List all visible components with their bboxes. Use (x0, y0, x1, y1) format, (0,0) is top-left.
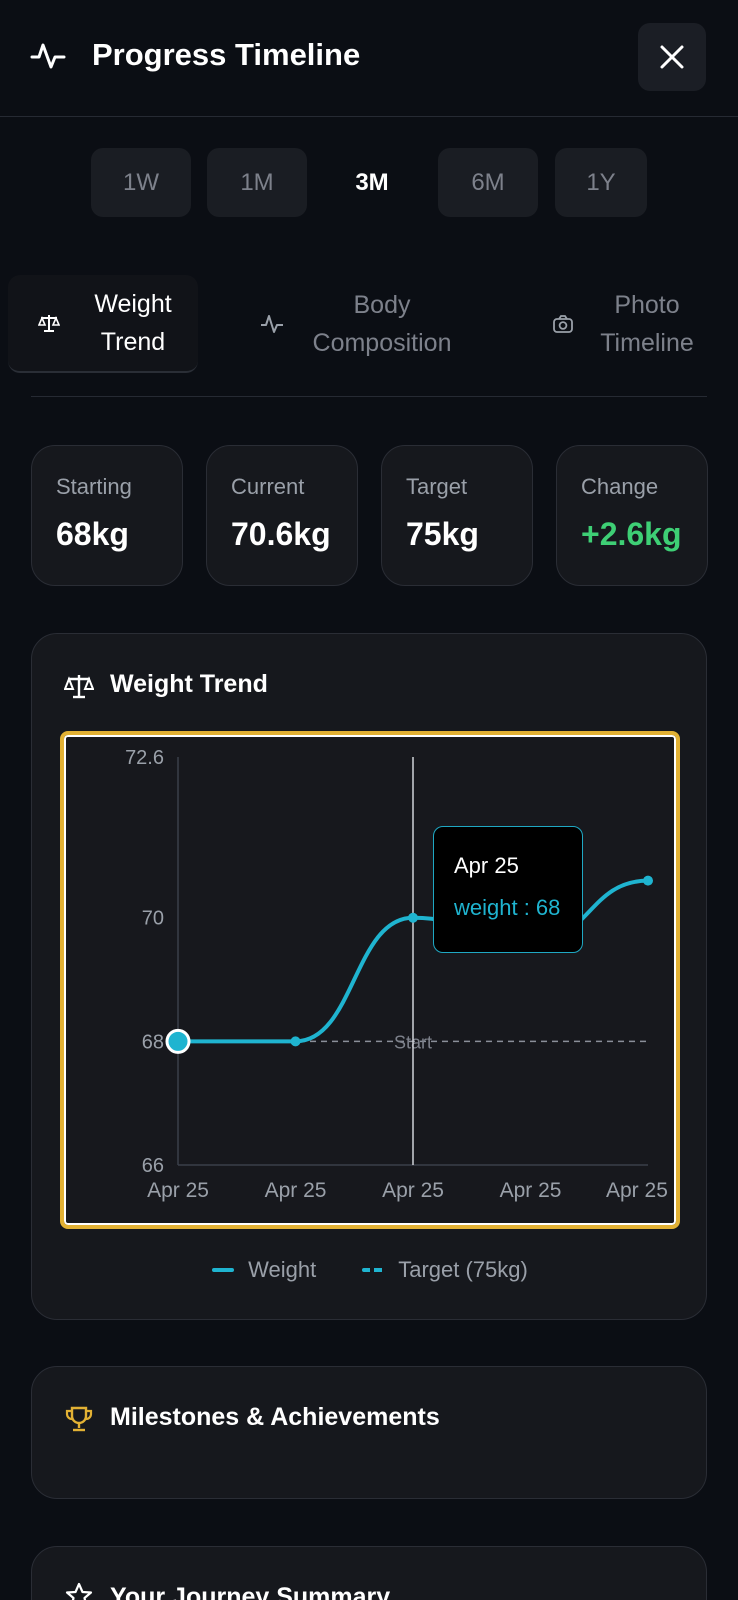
weight-chart[interactable]: 72.6 70 68 66 Apr 25 Apr 25 Apr 25 Apr 25 Apr 25… (60, 731, 680, 1229)
x-tick-label: Apr 25 (500, 1179, 562, 1202)
legend-swatch-weight (212, 1268, 235, 1272)
trophy-icon (65, 1406, 93, 1432)
chart-legend: Weight Target (75kg) (32, 1257, 708, 1283)
scale-icon (64, 675, 94, 699)
stat-change-label: Change (581, 474, 659, 499)
range-1w-button[interactable]: 1W (91, 148, 191, 217)
activity-pulse-icon (261, 315, 283, 333)
x-tick-label: Apr 25 (382, 1179, 444, 1202)
camera-icon (553, 315, 573, 333)
milestones-title: Milestones & Achievements (110, 1403, 440, 1431)
stat-change-value: +2.6kg (581, 516, 682, 552)
tab-weight-trend[interactable]: Weight Trend (8, 275, 198, 373)
tab-body-composition[interactable]: Body Composition (250, 275, 480, 373)
journey-summary-title: Your Journey Summary (110, 1583, 391, 1600)
close-button[interactable] (638, 23, 706, 91)
weight-point (290, 1036, 301, 1047)
activity-pulse-icon (30, 43, 66, 69)
tooltip-value: weight : 68 (454, 895, 561, 920)
range-1m-button[interactable]: 1M (207, 148, 307, 217)
legend-swatch-target (362, 1268, 385, 1272)
x-tick-label: Apr 25 (606, 1179, 668, 1202)
stat-starting-value: 68kg (56, 516, 129, 552)
stat-current-value: 70.6kg (231, 516, 331, 552)
stat-starting-label: Starting (56, 474, 132, 499)
y-tick-label: 66 (142, 1155, 164, 1177)
legend-item-target[interactable]: Target (75kg) (362, 1257, 528, 1283)
tab-weight-trend-label: Weight Trend (94, 290, 172, 356)
stat-target-label: Target (406, 474, 468, 499)
x-tick-label: Apr 25 (147, 1179, 209, 1202)
stat-target-card: Target 75kg (381, 445, 533, 586)
range-6m-button[interactable]: 6M (438, 148, 538, 217)
weight-trend-title: Weight Trend (110, 670, 268, 698)
star-icon (65, 1582, 93, 1600)
legend-label-weight: Weight (248, 1257, 317, 1282)
close-icon (660, 45, 684, 69)
weight-point (643, 875, 653, 886)
weight-chart-svg: 72.6706866Apr 25 Apr 25 Apr 25 Apr 25 Apr 25… (125, 747, 668, 1202)
milestones-card: Milestones & Achievements (31, 1366, 707, 1499)
stat-current-card: Current 70.6kg (206, 445, 358, 586)
tab-photo-timeline[interactable]: Photo Timeline (540, 275, 710, 373)
stat-change-card: Change +2.6kg (556, 445, 708, 586)
weight-trend-card: Weight Trend 72.6 70 68 66 Apr 25 Apr 25 Apr 2… (31, 633, 707, 1320)
tab-body-composition-label: Body Composition (312, 291, 452, 357)
chart-tooltip: Apr 25 weight : 68 (433, 826, 583, 953)
tab-photo-timeline-label: Photo Timeline (600, 291, 694, 357)
stat-target-value: 75kg (406, 516, 479, 552)
app-header: Progress Timeline (0, 0, 738, 117)
scale-icon (38, 315, 60, 332)
legend-item-weight[interactable]: Weight (212, 1257, 316, 1283)
weight-point (408, 912, 418, 923)
journey-summary-card: Your Journey Summary (31, 1546, 707, 1600)
y-tick-label: 70 (142, 908, 164, 930)
y-tick-label: 68 (142, 1031, 164, 1053)
tab-divider (31, 396, 707, 397)
range-3m-button[interactable]: 3M (322, 148, 422, 217)
range-1y-button[interactable]: 1Y (555, 148, 647, 217)
weight-point-active (165, 1028, 191, 1054)
tooltip-date: Apr 25 (454, 853, 519, 878)
stat-starting-card: Starting 68kg (31, 445, 183, 586)
page-title: Progress Timeline (92, 37, 361, 72)
x-tick-label: Apr 25 (265, 1179, 327, 1202)
legend-label-target: Target (75kg) (398, 1257, 528, 1282)
stat-current-label: Current (231, 474, 305, 499)
y-tick-label: 72.6 (125, 747, 164, 769)
